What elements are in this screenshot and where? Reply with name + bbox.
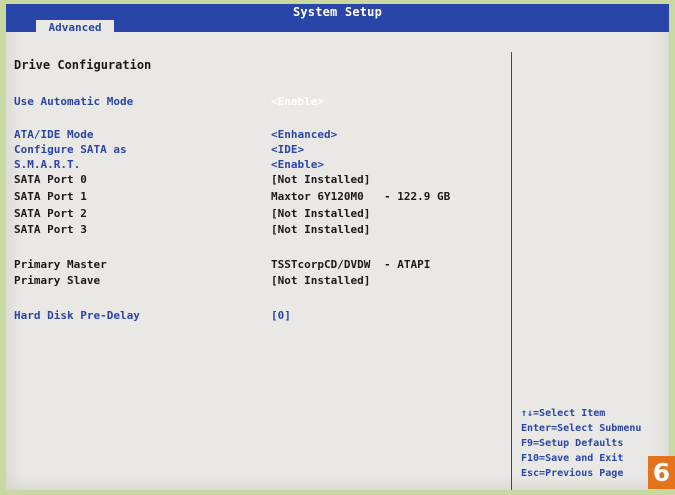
setting-label: Use Automatic Mode (14, 95, 134, 108)
setting-label: Primary Master (14, 258, 107, 271)
help-select-item: ↑↓=Select Item (521, 408, 606, 419)
setting-value[interactable]: <Enhanced> (271, 128, 337, 141)
figure-number-badge: 6 (648, 456, 675, 489)
setting-value-selected[interactable]: <Enable> (271, 95, 324, 108)
setting-value: Maxtor 6Y120M0 (271, 190, 364, 203)
setting-label: SATA Port 0 (14, 173, 87, 186)
drive-capacity: - 122.9 GB (384, 190, 451, 203)
section-heading: Drive Configuration (14, 58, 152, 72)
setting-label: Configure SATA as (14, 143, 127, 156)
setting-label: Primary Slave (14, 274, 101, 287)
setting-value: [Not Installed] (271, 173, 371, 186)
setting-label: S.M.A.R.T. (14, 158, 81, 171)
drive-type: - ATAPI (384, 258, 431, 271)
setting-label: Hard Disk Pre-Delay (14, 309, 140, 322)
setting-value: [Not Installed] (271, 207, 371, 220)
help-legend: ↑↓=Select Item Enter=Select Submenu F9=S… (521, 406, 669, 481)
setting-value[interactable]: <IDE> (271, 143, 304, 156)
setting-label: ATA/IDE Mode (14, 128, 94, 141)
setting-value: [Not Installed] (271, 223, 371, 236)
panel-divider (511, 52, 512, 490)
setting-sata-port-2[interactable]: SATA Port 2 [Not Installed] (14, 207, 509, 223)
setting-ata-ide-mode[interactable]: ATA/IDE Mode <Enhanced> (14, 128, 509, 144)
setting-primary-master[interactable]: Primary Master TSSTcorpCD/DVDW - ATAPI (14, 258, 509, 274)
bios-screen: System Setup Advanced Drive Configuratio… (6, 4, 669, 490)
setting-sata-port-0[interactable]: SATA Port 0 [Not Installed] (14, 173, 509, 189)
help-setup-defaults: F9=Setup Defaults (521, 438, 624, 449)
setting-sata-port-3[interactable]: SATA Port 3 [Not Installed] (14, 223, 509, 239)
setting-label: SATA Port 1 (14, 190, 87, 203)
setting-sata-port-1[interactable]: SATA Port 1 Maxtor 6Y120M0 - 122.9 GB (14, 190, 509, 206)
setting-value[interactable]: <Enable> (271, 158, 324, 171)
setting-smart[interactable]: S.M.A.R.T. <Enable> (14, 158, 509, 174)
setting-hard-disk-pre-delay[interactable]: Hard Disk Pre-Delay [0] (14, 309, 509, 325)
setting-label: SATA Port 2 (14, 207, 87, 220)
setting-configure-sata[interactable]: Configure SATA as <IDE> (14, 143, 509, 159)
help-save-exit: F10=Save and Exit (521, 453, 624, 464)
setting-primary-slave[interactable]: Primary Slave [Not Installed] (14, 274, 509, 290)
help-previous-page: Esc=Previous Page (521, 468, 624, 479)
setting-value: [Not Installed] (271, 274, 371, 287)
setting-value: TSSTcorpCD/DVDW (271, 258, 371, 271)
setting-use-automatic-mode[interactable]: Use Automatic Mode <Enable> (14, 95, 509, 111)
settings-panel: Drive Configuration Use Automatic Mode <… (14, 4, 509, 490)
setting-label: SATA Port 3 (14, 223, 87, 236)
setting-value[interactable]: [0] (271, 309, 291, 322)
help-select-submenu: Enter=Select Submenu (521, 423, 642, 434)
